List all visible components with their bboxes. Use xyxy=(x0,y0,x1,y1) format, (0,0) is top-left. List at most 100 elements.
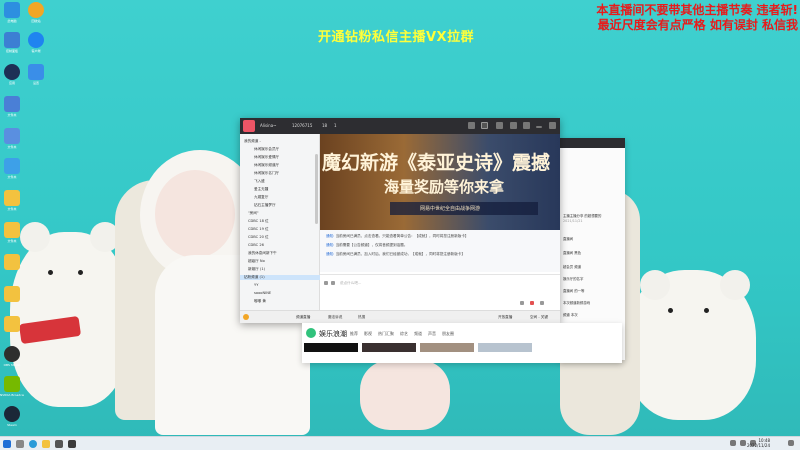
online-count: 18 xyxy=(322,123,328,128)
sidebar-item[interactable]: YY xyxy=(254,283,258,287)
sidebar-item[interactable]: 新娱厅 (1) xyxy=(248,267,265,272)
sidebar-item[interactable]: soooNINE xyxy=(254,291,271,295)
panel-line[interactable]: 本次频道新鲜游戏 xyxy=(563,300,590,305)
app-icon[interactable] xyxy=(68,440,76,448)
avatar[interactable] xyxy=(243,120,255,132)
mail-icon[interactable] xyxy=(468,122,475,129)
panel-line[interactable]: 主播主播分享 的超想要的 xyxy=(563,213,601,218)
desktop-icon-recycle[interactable]: 回收站 xyxy=(24,2,48,23)
app-icon[interactable] xyxy=(55,440,63,448)
gamepad-icon[interactable] xyxy=(510,122,517,129)
desktop-icon-folder-2[interactable]: 文件夹 xyxy=(0,128,24,149)
search-icon[interactable] xyxy=(16,440,24,448)
panel-line[interactable]: 超会员 频道 xyxy=(563,264,581,269)
desktop-icon-steam[interactable]: Steam xyxy=(0,406,24,427)
browser-tab[interactable]: 推荐 xyxy=(350,331,358,337)
panel-line[interactable]: 频道 本次 xyxy=(563,312,578,317)
sidebar-item-selected[interactable]: 钻粉频道 (1) xyxy=(240,275,320,280)
sidebar-header[interactable]: 我的频道 - xyxy=(244,139,261,144)
panel-line[interactable]: 直播间 xyxy=(563,236,573,241)
chat-icon[interactable] xyxy=(523,122,530,129)
desktop-icon-folder-3[interactable]: 文件夹 xyxy=(0,158,24,179)
desktop-icon-app[interactable]: 应用 xyxy=(0,64,24,85)
sidebar-item[interactable]: 嘟嘟 黄 xyxy=(254,299,266,304)
desktop-icon-settings[interactable]: 设置 xyxy=(24,64,48,85)
bottom-bar-item[interactable]: 魔法诉说 xyxy=(328,315,342,320)
desktop-icon-this-pc[interactable]: 此电脑 xyxy=(0,2,24,23)
sidebar-item[interactable]: 爱主无疆 xyxy=(254,187,268,192)
room-name: Alisina~ xyxy=(260,123,277,128)
browser-tab[interactable]: 影视 xyxy=(364,331,372,337)
explorer-icon[interactable] xyxy=(42,440,50,448)
sidebar-item[interactable]: 休闲娱乐爱情厅 xyxy=(254,155,279,160)
desktop-icon-folder-1[interactable]: 文件夹 xyxy=(0,96,24,117)
thumbnail[interactable] xyxy=(420,343,474,352)
sidebar-item[interactable]: "房间" xyxy=(248,211,259,216)
nvidia-icon xyxy=(4,376,20,392)
sidebar-scrollbar[interactable] xyxy=(315,154,318,224)
send-icon[interactable] xyxy=(520,301,524,305)
chat-message: 通知: 当前需要【公告频道】，仅将音频提到话题。 xyxy=(326,243,407,248)
system-clock[interactable]: 10:48 2022/11/24 xyxy=(747,438,770,448)
sidebar-item[interactable]: 钻石主播梦厅 xyxy=(254,203,276,208)
image-icon[interactable] xyxy=(496,122,503,129)
thumbnail[interactable] xyxy=(478,343,532,352)
gift-icon[interactable] xyxy=(530,301,534,305)
notification-icon[interactable] xyxy=(788,440,794,446)
chat-window: Alisina~ 12076715 18 1 我的频道 - 休闲娱乐会员厅 休闲… xyxy=(240,118,560,323)
thumbnail[interactable] xyxy=(304,343,358,352)
desktop-icon-nvidia[interactable]: NVIDIA Broadcast xyxy=(0,376,24,397)
thumbnail[interactable] xyxy=(362,343,416,352)
message-input[interactable]: 说点什么吧... xyxy=(320,274,560,310)
sidebar-item[interactable]: 九嫂复厅 xyxy=(254,195,268,200)
desktop-icon-client[interactable]: 客户端 xyxy=(24,32,48,53)
teddy-ear xyxy=(720,270,750,300)
panel-line[interactable]: 直播间 的一等 xyxy=(563,288,584,293)
edge-icon[interactable] xyxy=(29,440,37,448)
desktop-icon-control[interactable]: 控制面板 xyxy=(0,32,24,53)
panel-line[interactable]: 直播间 黑色 xyxy=(563,250,581,255)
sidebar-item[interactable]: 我的休息间新下午 xyxy=(248,251,277,256)
minimize-icon[interactable] xyxy=(536,126,542,128)
sidebar-item[interactable]: 休闲娱乐名门厅 xyxy=(254,171,279,176)
wifi-icon[interactable] xyxy=(740,440,746,446)
home-icon[interactable] xyxy=(481,122,488,129)
bottom-bar-item[interactable]: 热搜 xyxy=(358,315,365,320)
browser-tab[interactable]: 朋友圈 xyxy=(442,331,454,337)
desktop-icon-obs[interactable]: OBS Studio xyxy=(0,346,24,367)
tray-icon[interactable] xyxy=(730,440,736,446)
browser-tab[interactable]: 频道 xyxy=(414,331,422,337)
panel-line[interactable]: 娱乐厅的名字 xyxy=(563,276,583,281)
sidebar-item[interactable]: CDBC 20 位 xyxy=(248,235,269,240)
desktop-icon-folder-7[interactable] xyxy=(0,286,24,303)
browser-tab[interactable]: 声音 xyxy=(428,331,436,337)
sidebar-item[interactable]: 超级厅 No xyxy=(248,259,265,264)
sidebar-item[interactable]: CDBC 18 位 xyxy=(248,219,269,224)
bottom-bar-item[interactable]: 频道直播 xyxy=(296,315,310,320)
desktop-icon-folder-5[interactable]: 文件夹 xyxy=(0,222,24,243)
desktop-icon-folder-4[interactable]: 文件夹 xyxy=(0,190,24,211)
desktop-icon-folder-8[interactable] xyxy=(0,316,24,333)
mascot-icon[interactable] xyxy=(243,314,249,320)
sidebar-item[interactable]: 休闲娱乐频道厅 xyxy=(254,163,279,168)
sidebar-item[interactable]: CDBC 19 位 xyxy=(248,227,269,232)
sidebar-item[interactable]: 飞入盛 xyxy=(254,179,265,184)
close-icon[interactable] xyxy=(549,122,556,129)
desktop-icon-folder-6[interactable] xyxy=(0,254,24,271)
start-icon[interactable] xyxy=(3,440,11,448)
sidebar-item[interactable]: 休闲娱乐会员厅 xyxy=(254,147,279,152)
bottom-bar-right-item[interactable]: 空间 - 关键 xyxy=(530,315,548,320)
browser-tab[interactable]: 热门汇聚 xyxy=(378,331,394,337)
attach-icon[interactable] xyxy=(331,281,335,285)
emoji-icon[interactable] xyxy=(324,281,328,285)
sidebar-item[interactable]: CDBC 26 xyxy=(248,243,264,247)
ad-banner[interactable]: 魔幻新游《泰亚史诗》震撼 海量奖励等你来拿 网易中世纪全自由战争网游 xyxy=(320,134,560,230)
mascot-icon xyxy=(28,2,44,18)
settings-icon[interactable] xyxy=(540,301,544,305)
bottom-bar-right-item[interactable]: 开放直播 xyxy=(498,315,512,320)
app-icon xyxy=(4,96,20,112)
browser-tab[interactable]: 综艺 xyxy=(400,331,408,337)
circle-app-icon xyxy=(4,64,20,80)
panel-titlebar xyxy=(560,138,625,148)
folder-icon xyxy=(4,286,20,302)
